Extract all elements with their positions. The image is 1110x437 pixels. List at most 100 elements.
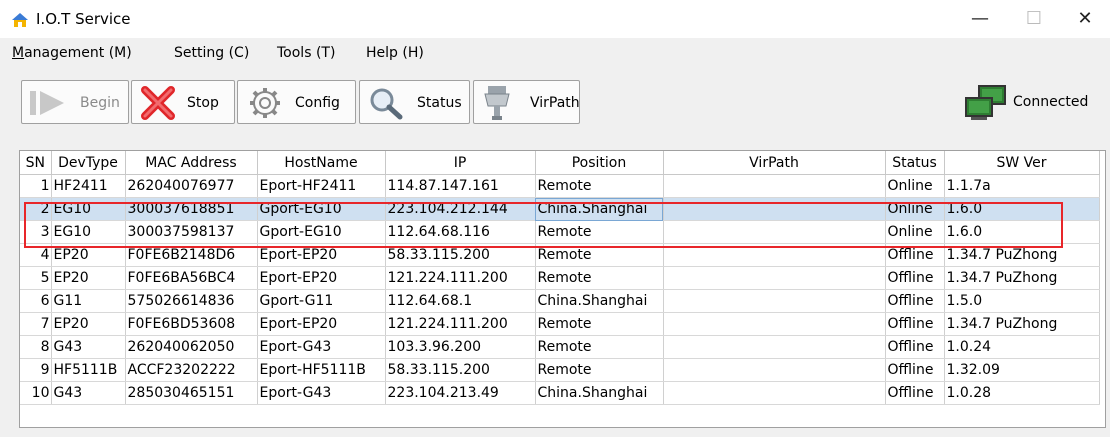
cell-position: Remote (535, 335, 664, 359)
table-row[interactable]: 9 HF5111B ACCF23202222 Eport-HF5111B 58.… (20, 358, 1100, 382)
cell-position-focused[interactable]: China.Shanghai (535, 197, 664, 221)
cell-ip: 223.104.212.144 (385, 197, 536, 221)
cell-ip: 223.104.213.49 (385, 381, 536, 405)
col-header-ip[interactable]: IP (385, 151, 536, 175)
cell-status: Offline (885, 381, 945, 405)
cell-position: Remote (535, 358, 664, 382)
cell-sn: 9 (20, 358, 52, 382)
cell-status: Offline (885, 289, 945, 313)
cell-virpath (663, 289, 886, 313)
cell-hostname: Eport-G43 (257, 335, 386, 359)
cell-position: Remote (535, 266, 664, 290)
table-header-row: SN DevType MAC Address HostName IP Posit… (20, 151, 1100, 175)
cell-status: Online (885, 197, 945, 221)
virpath-button[interactable]: VirPath (473, 80, 580, 124)
config-label: Config (295, 95, 340, 111)
cell-position: China.Shanghai (535, 381, 664, 405)
cell-virpath (663, 174, 886, 198)
cell-virpath (663, 266, 886, 290)
table-row[interactable]: 6 G11 575026614836 Gport-G11 112.64.68.1… (20, 289, 1100, 313)
cell-hostname: Eport-HF5111B (257, 358, 386, 382)
cell-swver: 1.34.7 PuZhong (944, 243, 1100, 267)
menu-management[interactable]: Management (M) (12, 45, 132, 61)
table-row[interactable]: 3 EG10 300037598137 Gport-EG10 112.64.68… (20, 220, 1100, 244)
cell-virpath (663, 358, 886, 382)
cell-position: Remote (535, 312, 664, 336)
cell-sn: 3 (20, 220, 52, 244)
cell-mac: ACCF23202222 (125, 358, 258, 382)
magnifier-icon (370, 88, 403, 120)
cell-virpath (663, 220, 886, 244)
device-table: SN DevType MAC Address HostName IP Posit… (20, 151, 1100, 405)
col-header-swver[interactable]: SW Ver (944, 151, 1100, 175)
table-row[interactable]: 4 EP20 F0FE6B2148D6 Eport-EP20 58.33.115… (20, 243, 1100, 267)
col-header-mac[interactable]: MAC Address (125, 151, 258, 175)
cell-ip: 103.3.96.200 (385, 335, 536, 359)
table-row[interactable]: 7 EP20 F0FE6BD53608 Eport-EP20 121.224.1… (20, 312, 1100, 336)
col-header-virpath[interactable]: VirPath (663, 151, 886, 175)
menu-bar: Management (M) Setting (C) Tools (T) Hel… (0, 38, 1110, 68)
cell-devtype: HF2411 (51, 174, 126, 198)
begin-button[interactable]: Begin (21, 80, 129, 124)
cell-devtype: EP20 (51, 266, 126, 290)
begin-label: Begin (80, 95, 120, 111)
close-button[interactable]: ✕ (1063, 4, 1107, 34)
cell-status: Online (885, 174, 945, 198)
title-bar: I.O.T Service — ☐ ✕ (0, 0, 1110, 38)
cell-sn: 10 (20, 381, 52, 405)
maximize-button[interactable]: ☐ (1012, 4, 1056, 34)
cell-swver: 1.1.7a (944, 174, 1100, 198)
table-row[interactable]: 8 G43 262040062050 Eport-G43 103.3.96.20… (20, 335, 1100, 359)
table-row[interactable]: 5 EP20 F0FE6BA56BC4 Eport-EP20 121.224.1… (20, 266, 1100, 290)
cell-status: Offline (885, 266, 945, 290)
cell-position: China.Shanghai (535, 289, 664, 313)
cell-mac: 262040062050 (125, 335, 258, 359)
cell-devtype: EG10 (51, 220, 126, 244)
menu-help[interactable]: Help (H) (366, 45, 424, 61)
cell-swver: 1.0.24 (944, 335, 1100, 359)
menu-setting[interactable]: Setting (C) (174, 45, 249, 61)
cell-sn: 4 (20, 243, 52, 267)
cell-swver: 1.0.28 (944, 381, 1100, 405)
cell-hostname: Eport-G43 (257, 381, 386, 405)
stop-label: Stop (187, 95, 219, 111)
col-header-hostname[interactable]: HostName (257, 151, 386, 175)
cell-hostname: Gport-EG10 (257, 220, 386, 244)
serial-port-icon (484, 86, 510, 120)
cell-sn: 2 (20, 197, 52, 221)
cell-sn: 1 (20, 174, 52, 198)
cell-position: Remote (535, 174, 664, 198)
cell-virpath (663, 381, 886, 405)
cell-devtype: HF5111B (51, 358, 126, 382)
cell-mac: F0FE6B2148D6 (125, 243, 258, 267)
device-table-container: SN DevType MAC Address HostName IP Posit… (19, 150, 1106, 428)
virpath-label: VirPath (530, 95, 580, 111)
menu-tools[interactable]: Tools (T) (277, 45, 335, 61)
col-header-position[interactable]: Position (535, 151, 664, 175)
status-button[interactable]: Status (359, 80, 470, 124)
table-row[interactable]: 10 G43 285030465151 Eport-G43 223.104.21… (20, 381, 1100, 405)
cell-devtype: EP20 (51, 243, 126, 267)
minimize-button[interactable]: — (958, 4, 1002, 34)
window-title: I.O.T Service (36, 10, 131, 28)
cell-devtype: EG10 (51, 197, 126, 221)
cell-position: Remote (535, 220, 664, 244)
cell-virpath (663, 197, 886, 221)
col-header-devtype[interactable]: DevType (51, 151, 126, 175)
cell-status: Offline (885, 312, 945, 336)
stop-button[interactable]: Stop (131, 80, 235, 124)
cell-status: Offline (885, 243, 945, 267)
cell-virpath (663, 243, 886, 267)
cell-swver: 1.6.0 (944, 197, 1100, 221)
cell-devtype: G43 (51, 381, 126, 405)
toolbar: Begin Stop Config Status VirPath Connect… (0, 70, 1110, 146)
cell-hostname: Gport-G11 (257, 289, 386, 313)
cell-status: Online (885, 220, 945, 244)
config-button[interactable]: Config (237, 80, 356, 124)
col-header-sn[interactable]: SN (20, 151, 52, 175)
cell-virpath (663, 312, 886, 336)
table-row-selected[interactable]: 2 EG10 300037618851 Gport-EG10 223.104.2… (20, 197, 1100, 221)
col-header-status[interactable]: Status (885, 151, 945, 175)
table-row[interactable]: 1 HF2411 262040076977 Eport-HF2411 114.8… (20, 174, 1100, 198)
cell-devtype: EP20 (51, 312, 126, 336)
